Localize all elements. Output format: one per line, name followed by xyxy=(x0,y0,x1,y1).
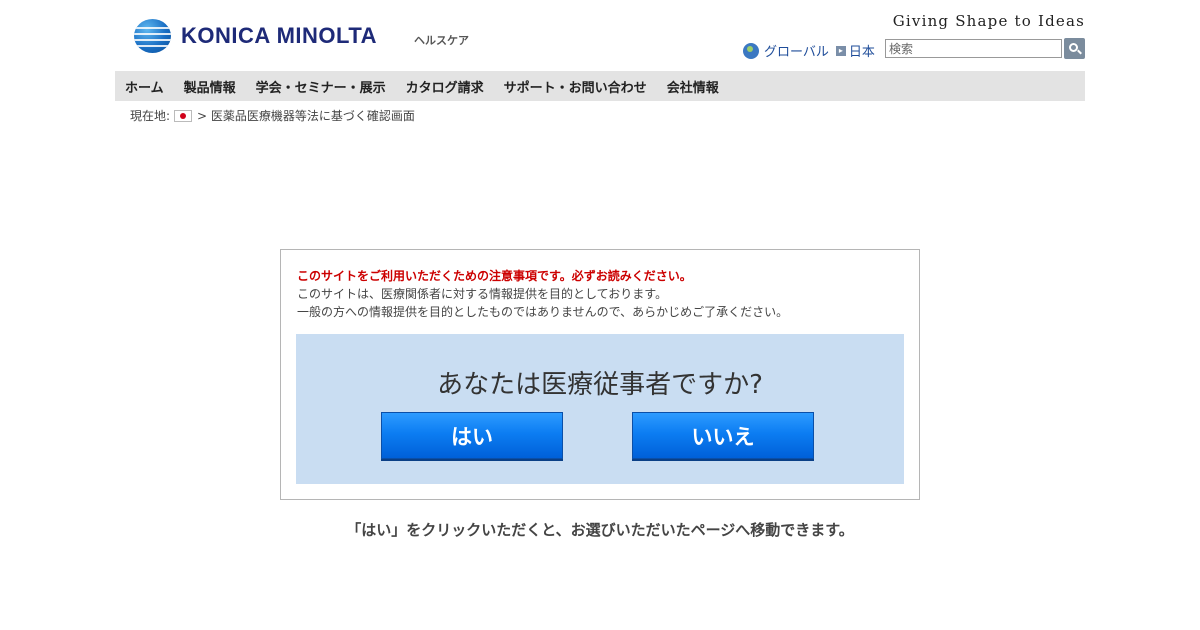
division-label: ヘルスケア xyxy=(414,34,469,47)
confirmation-dialog: このサイトをご利用いただくための注意事項です。必ずお読みください。 このサイトは… xyxy=(280,249,920,500)
global-link[interactable]: グローバル xyxy=(764,41,829,60)
region-selector: グローバル ▸ 日本 xyxy=(743,41,875,60)
chevron-right-icon: ▸ xyxy=(835,45,846,56)
logo-globe-icon xyxy=(134,19,171,53)
main-nav: ホーム 製品情報 学会・セミナー・展示 カタログ請求 サポート・お問い合わせ 会… xyxy=(115,71,1085,101)
search-button[interactable] xyxy=(1064,38,1085,59)
nav-item-products[interactable]: 製品情報 xyxy=(174,77,246,96)
notice-warning: このサイトをご利用いただくための注意事項です。必ずお読みください。 xyxy=(297,269,692,283)
question-text: あなたは医療従事者ですか? xyxy=(437,370,763,400)
konica-minolta-logo[interactable]: KONICA MINOLTA xyxy=(134,18,377,54)
notice-line-1: このサイトは、医療関係者に対する情報提供を目的としております。 xyxy=(297,287,668,301)
yes-button[interactable]: はい xyxy=(381,412,563,459)
brand-name: KONICA MINOLTA xyxy=(181,23,378,48)
footer-note: 「はい」をクリックいただくと、お選びいただいたページへ移動できます。 xyxy=(346,521,854,539)
nav-item-support[interactable]: サポート・お問い合わせ xyxy=(494,77,657,96)
nav-item-company[interactable]: 会社情報 xyxy=(657,77,729,96)
breadcrumb-prefix: 現在地: xyxy=(130,109,171,123)
search-input[interactable] xyxy=(885,39,1062,58)
breadcrumb-current: > 医薬品医療機器等法に基づく確認画面 xyxy=(197,109,415,123)
nav-item-home[interactable]: ホーム xyxy=(115,77,174,96)
country-link[interactable]: 日本 xyxy=(849,41,875,60)
tagline: Giving Shape to Ideas xyxy=(892,12,1085,30)
nav-item-events[interactable]: 学会・セミナー・展示 xyxy=(246,77,396,96)
globe-icon xyxy=(743,42,759,59)
question-panel: あなたは医療従事者ですか? はい いいえ xyxy=(296,334,904,484)
breadcrumb: 現在地: > 医薬品医療機器等法に基づく確認画面 xyxy=(130,107,415,124)
notice-line-2: 一般の方への情報提供を目的としたものではありませんので、あらかじめご了承ください… xyxy=(297,305,789,319)
search-box xyxy=(885,38,1085,59)
search-icon xyxy=(1069,43,1078,52)
japan-flag-icon[interactable] xyxy=(174,109,193,122)
no-button[interactable]: いいえ xyxy=(632,412,814,459)
nav-item-catalog[interactable]: カタログ請求 xyxy=(396,77,494,96)
